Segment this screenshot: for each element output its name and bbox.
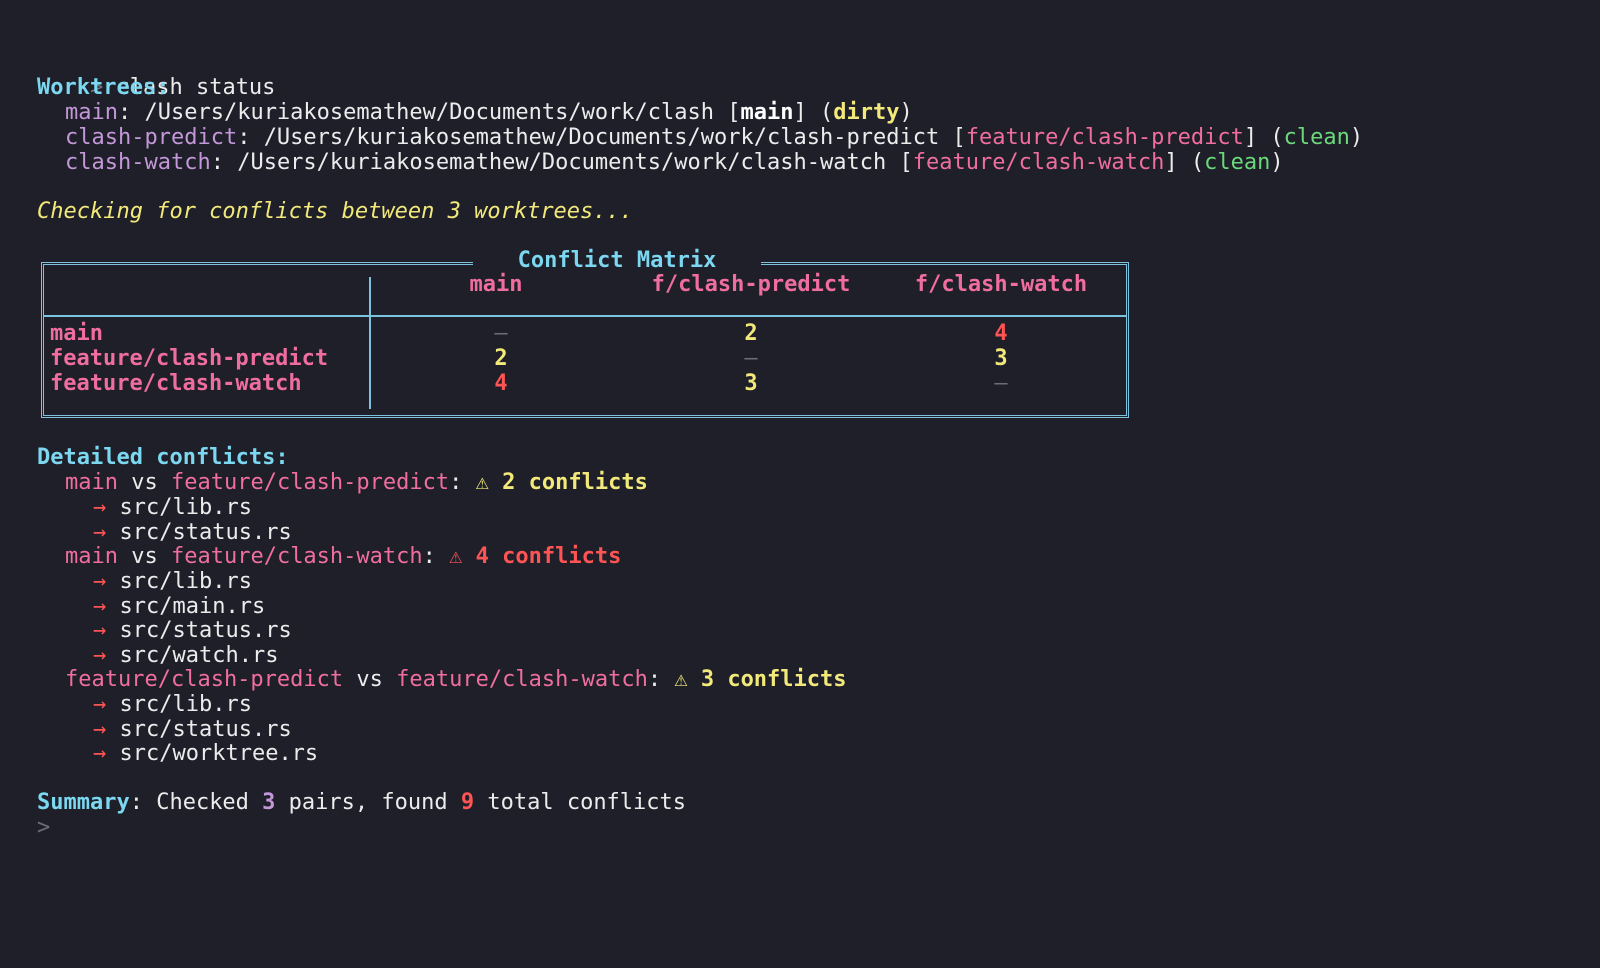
conflict-count: 4 conflicts <box>475 544 622 569</box>
matrix-row-label: feature/clash-predict <box>50 346 329 371</box>
vs-text: vs <box>131 544 158 569</box>
matrix-cell: 4 <box>494 371 508 396</box>
pair-branch-a: main <box>65 544 118 569</box>
total-count: 9 <box>460 790 475 815</box>
conflict-file: → src/status.rs <box>93 520 292 545</box>
vs-text: vs <box>131 470 158 495</box>
conflict-file: → src/watch.rs <box>93 643 278 668</box>
pair-branch-b: feature/clash-watch <box>170 544 423 569</box>
matrix-cell: 3 <box>994 346 1008 371</box>
vs-text: vs <box>356 667 383 692</box>
conflict-file: → src/lib.rs <box>93 692 252 717</box>
file-path: src/main.rs <box>119 594 266 619</box>
arrow-icon: → <box>93 594 107 619</box>
arrow-icon: → <box>93 520 107 545</box>
checking-message: Checking for conflicts between 3 worktre… <box>37 199 634 224</box>
conflict-file: → src/status.rs <box>93 717 292 742</box>
arrow-icon: → <box>93 741 107 766</box>
matrix-col-header: f/clash-predict <box>651 272 851 297</box>
file-path: src/lib.rs <box>119 692 252 717</box>
matrix-col-header: main <box>469 272 523 297</box>
worktree-state: clean <box>1204 150 1271 175</box>
warning-icon: ⚠ <box>449 544 463 569</box>
worktree-branch: main <box>740 100 794 125</box>
warning-icon: ⚠ <box>674 667 688 692</box>
file-path: src/status.rs <box>119 618 292 643</box>
file-path: src/lib.rs <box>119 569 252 594</box>
conflict-pair: main vs feature/clash-predict: ⚠ 2 confl… <box>65 470 648 495</box>
worktree-row-clash-predict: clash-predict: /Users/kuriakosemathew/Do… <box>65 125 1364 150</box>
conflict-file: → src/status.rs <box>93 618 292 643</box>
arrow-icon: → <box>93 717 107 742</box>
arrow-icon: → <box>93 692 107 717</box>
worktree-branch: feature/clash-predict <box>965 125 1244 150</box>
file-path: src/status.rs <box>119 717 292 742</box>
matrix-cell: – <box>494 321 508 346</box>
worktree-path: /Users/kuriakosemathew/Documents/work/cl… <box>144 100 715 125</box>
conflict-file: → src/worktree.rs <box>93 741 318 766</box>
file-path: src/lib.rs <box>119 495 252 520</box>
file-path: src/worktree.rs <box>119 741 319 766</box>
conflict-file: → src/main.rs <box>93 594 265 619</box>
command-line: > clash status <box>37 50 275 100</box>
matrix-cell: 2 <box>744 321 758 346</box>
worktree-row-main: main: /Users/kuriakosemathew/Documents/w… <box>65 100 913 125</box>
summary-line: Summary: Checked 3 pairs, found 9 total … <box>37 790 687 815</box>
pair-branch-a: main <box>65 470 118 495</box>
worktree-branch: feature/clash-watch <box>912 150 1165 175</box>
pair-branch-b: feature/clash-predict <box>170 470 450 495</box>
matrix-header-divider <box>44 315 1126 317</box>
matrix-row-label: feature/clash-watch <box>50 371 302 396</box>
warning-icon: ⚠ <box>475 470 489 495</box>
arrow-icon: → <box>93 643 107 668</box>
worktree-state: dirty <box>833 100 900 125</box>
worktree-row-clash-watch: clash-watch: /Users/kuriakosemathew/Docu… <box>65 150 1284 175</box>
matrix-cell: 4 <box>994 321 1008 346</box>
worktree-name: clash-watch <box>65 150 211 175</box>
arrow-icon: → <box>93 569 107 594</box>
conflict-count: 2 conflicts <box>502 470 648 495</box>
pairs-count: 3 <box>262 790 276 815</box>
matrix-cell: – <box>744 346 758 371</box>
worktree-path: /Users/kuriakosemathew/Documents/work/cl… <box>237 150 887 175</box>
file-path: src/watch.rs <box>119 643 279 668</box>
summary-label: Summary <box>37 790 130 815</box>
arrow-icon: → <box>93 495 107 520</box>
conflict-file: → src/lib.rs <box>93 495 252 520</box>
file-path: src/status.rs <box>119 520 292 545</box>
pair-branch-b: feature/clash-watch <box>396 667 648 692</box>
matrix-cell: 2 <box>494 346 508 371</box>
matrix-cell: 3 <box>744 371 758 396</box>
conflict-pair: feature/clash-predict vs feature/clash-w… <box>65 667 847 692</box>
pair-branch-a: feature/clash-predict <box>65 667 344 692</box>
conflict-pair: main vs feature/clash-watch: ⚠ 4 conflic… <box>65 544 622 569</box>
conflict-file: → src/lib.rs <box>93 569 252 594</box>
matrix-column-divider <box>369 277 371 409</box>
input-prompt[interactable]: > <box>37 815 50 840</box>
matrix-row-label: main <box>50 321 103 346</box>
worktree-name: main <box>65 100 118 125</box>
worktree-state: clean <box>1283 125 1350 150</box>
arrow-icon: → <box>93 618 107 643</box>
worktree-name: clash-predict <box>65 125 238 150</box>
conflict-matrix: Conflict Matrix main f/clash-predict f/c… <box>41 248 1129 418</box>
terminal-window[interactable]: > clash status Worktrees: main: /Users/k… <box>0 0 1600 968</box>
matrix-cell: – <box>994 371 1008 396</box>
detailed-heading: Detailed conflicts: <box>37 445 289 470</box>
worktrees-heading: Worktrees: <box>37 75 170 100</box>
conflict-count: 3 conflicts <box>700 667 847 692</box>
worktree-path: /Users/kuriakosemathew/Documents/work/cl… <box>263 125 940 150</box>
matrix-col-header: f/clash-watch <box>914 272 1088 297</box>
